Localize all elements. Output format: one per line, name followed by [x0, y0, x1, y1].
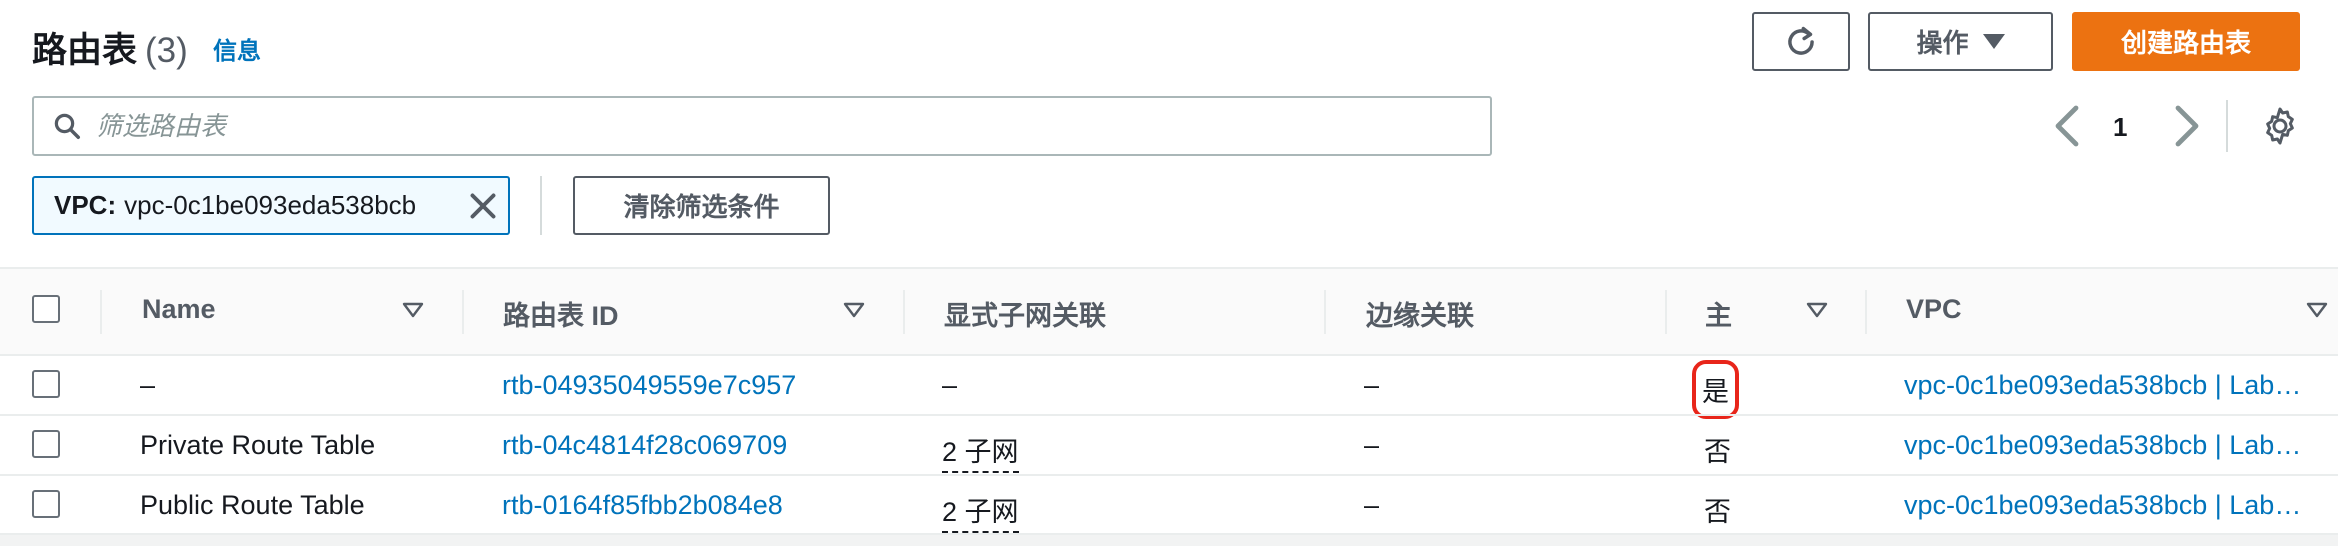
- edge-association: –: [1364, 490, 1380, 520]
- column-divider: [1665, 290, 1667, 334]
- table-row[interactable]: Public Route Table rtb-0164f85fbb2b084e8…: [0, 474, 2338, 534]
- refresh-button[interactable]: [1752, 12, 1850, 71]
- column-header-explicit-subnet-assoc[interactable]: 显式子网关联: [944, 294, 1106, 333]
- actions-label: 操作: [1916, 28, 1969, 58]
- clear-filters-label: 清除筛选条件: [623, 192, 780, 222]
- main-flag: 是: [1692, 360, 1739, 419]
- row-checkbox[interactable]: [32, 490, 60, 518]
- page-title-text: 路由表: [32, 31, 138, 70]
- vpc-link[interactable]: vpc-0c1be093eda538bcb | Lab…: [1904, 490, 2301, 521]
- clear-filters-button[interactable]: 清除筛选条件: [573, 176, 830, 235]
- main-flag: 否: [1704, 497, 1731, 527]
- subnet-association[interactable]: 2 子网: [942, 430, 1019, 473]
- sort-caret-icon[interactable]: [843, 302, 865, 318]
- route-table-id-link[interactable]: rtb-0164f85fbb2b084e8: [502, 490, 783, 521]
- filter-divider: [540, 176, 542, 235]
- table-header: [0, 269, 2338, 354]
- search-box[interactable]: [32, 96, 1492, 156]
- gear-icon[interactable]: [2260, 106, 2300, 146]
- close-icon[interactable]: [468, 191, 498, 221]
- row-checkbox[interactable]: [32, 430, 60, 458]
- subnet-association: –: [942, 370, 958, 400]
- filter-token-key: VPC:: [54, 190, 117, 220]
- edge-association: –: [1364, 430, 1380, 460]
- previous-page-icon[interactable]: [2052, 104, 2082, 148]
- column-divider: [903, 290, 905, 334]
- create-label: 创建路由表: [2120, 28, 2251, 58]
- page-title: 路由表 (3): [32, 22, 188, 73]
- refresh-icon: [1788, 26, 1814, 55]
- column-header-vpc[interactable]: VPC: [1906, 294, 1962, 325]
- info-link[interactable]: 信息: [213, 31, 261, 66]
- column-divider: [1865, 290, 1867, 334]
- table-row[interactable]: – rtb-04935049559e7c957 – – 是 vpc-0c1be0…: [0, 354, 2338, 419]
- table-bottom-border: [0, 533, 2338, 546]
- row-checkbox[interactable]: [32, 370, 60, 398]
- column-header-route-table-id[interactable]: 路由表 ID: [503, 294, 619, 333]
- route-table-count: (3): [145, 31, 188, 70]
- search-icon: [54, 113, 80, 139]
- filter-token-value: vpc-0c1be093eda538bcb: [124, 190, 417, 220]
- sort-caret-icon[interactable]: [402, 302, 424, 318]
- row-name: Public Route Table: [140, 490, 365, 520]
- row-name: –: [140, 370, 156, 400]
- table-row[interactable]: Private Route Table rtb-04c4814f28c06970…: [0, 414, 2338, 474]
- search-input[interactable]: [96, 110, 1396, 142]
- next-page-icon[interactable]: [2172, 104, 2202, 148]
- select-all-checkbox[interactable]: [32, 295, 60, 323]
- column-divider: [462, 290, 464, 334]
- column-divider: [1324, 290, 1326, 334]
- actions-dropdown-button[interactable]: 操作: [1868, 12, 2053, 71]
- pagination-divider: [2226, 100, 2228, 152]
- vpc-filter-token: VPC: vpc-0c1be093eda538bcb: [32, 176, 510, 235]
- current-page-number[interactable]: 1: [2113, 112, 2127, 143]
- column-header-name[interactable]: Name: [142, 294, 216, 325]
- route-table-id-link[interactable]: rtb-04c4814f28c069709: [502, 430, 787, 461]
- column-divider: [100, 290, 102, 334]
- vpc-link[interactable]: vpc-0c1be093eda538bcb | Lab…: [1904, 430, 2301, 461]
- main-flag: 否: [1704, 437, 1731, 467]
- create-route-table-button[interactable]: 创建路由表: [2072, 12, 2300, 71]
- sort-caret-icon[interactable]: [1806, 302, 1828, 318]
- subnet-association[interactable]: 2 子网: [942, 490, 1019, 533]
- column-header-edge-assoc[interactable]: 边缘关联: [1366, 294, 1474, 333]
- route-table-id-link[interactable]: rtb-04935049559e7c957: [502, 370, 796, 401]
- sort-caret-icon[interactable]: [2306, 302, 2328, 318]
- caret-down-icon: [1982, 34, 2005, 49]
- column-header-main[interactable]: 主: [1705, 294, 1732, 333]
- row-name: Private Route Table: [140, 430, 376, 460]
- edge-association: –: [1364, 370, 1380, 400]
- vpc-link[interactable]: vpc-0c1be093eda538bcb | Lab…: [1904, 370, 2301, 401]
